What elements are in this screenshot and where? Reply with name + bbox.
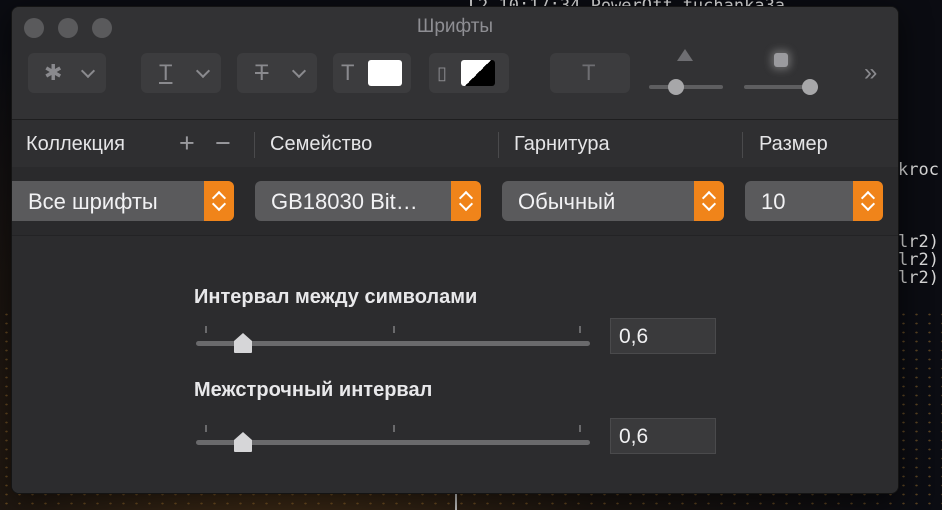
text-shadow-icon: T (582, 60, 596, 85)
text-color-swatch (368, 60, 402, 86)
typeface-column-header: Гарнитура (514, 133, 610, 155)
shadow-opacity-icon (677, 49, 693, 61)
terminal-divider (455, 492, 457, 510)
slider-tick (579, 326, 581, 333)
family-popup-value: GB18030 Bit… (271, 189, 418, 214)
document-color-swatch (461, 60, 495, 86)
collection-column-header: Коллекция (26, 133, 126, 155)
document-color-icon: ▯ (437, 63, 447, 83)
chevron-down-icon (291, 63, 307, 79)
typeface-popup[interactable]: Обычный (502, 181, 724, 221)
shadow-blur-icon (774, 53, 788, 67)
chevron-down-icon (195, 63, 211, 79)
slider-tick (393, 326, 395, 333)
line-spacing-field[interactable]: 0,6 (610, 418, 716, 454)
double-chevron-right-icon[interactable]: » (864, 59, 877, 87)
text-color-icon: T (341, 60, 355, 85)
gear-icon: ✱ (44, 60, 63, 85)
text-shadow-button[interactable]: T (550, 53, 630, 93)
terminal-text-line: lr2) (898, 250, 939, 270)
column-separator (254, 132, 255, 158)
text-color-button[interactable]: T (333, 53, 411, 93)
fonts-window: Шрифты ✱ T T T ▯ T » Коллекция + − Семей… (11, 6, 899, 494)
font-selection-row: Все шрифты GB18030 Bit… Обычный 10 (12, 167, 898, 235)
size-popup-value: 10 (761, 189, 786, 214)
slider-tick (205, 425, 207, 432)
window-title: Шрифты (416, 16, 494, 37)
title-bar: Шрифты ✱ T T T ▯ T » (12, 7, 898, 119)
size-popup[interactable]: 10 (745, 181, 883, 221)
column-separator (742, 132, 743, 158)
underline-menu-button[interactable]: T (141, 53, 221, 93)
size-popup-stepper[interactable] (853, 181, 883, 221)
column-separator (498, 132, 499, 158)
size-column-header: Размер (759, 133, 828, 155)
family-column-header: Семейство (270, 133, 373, 155)
collection-popup-stepper[interactable] (204, 181, 234, 221)
terminal-text-line: kroc (898, 160, 939, 180)
terminal-text-line: lr2) (898, 232, 939, 252)
family-popup[interactable]: GB18030 Bit… (255, 181, 481, 221)
chevron-down-icon (80, 63, 96, 79)
add-collection-icon[interactable]: + (179, 128, 195, 158)
strikethrough-text-icon: T (255, 60, 269, 85)
action-menu-button[interactable]: ✱ (28, 53, 106, 93)
slider-tick (579, 425, 581, 432)
spacing-pane: Интервал между символами 0,6 Межстрочный… (12, 235, 898, 493)
strikethrough-menu-button[interactable]: T (237, 53, 317, 93)
terminal-text-line: lr2) (898, 268, 939, 288)
underline-text-icon: T (159, 60, 173, 85)
line-spacing-slider[interactable] (196, 440, 590, 445)
slider-tick (205, 326, 207, 333)
column-header-row: Коллекция + − Семейство Гарнитура Размер (12, 119, 898, 169)
character-spacing-thumb[interactable] (232, 332, 254, 354)
remove-collection-icon[interactable]: − (215, 128, 231, 158)
character-spacing-slider[interactable] (196, 341, 590, 346)
document-color-button[interactable]: ▯ (429, 53, 509, 93)
collection-popup-value: Все шрифты (28, 189, 158, 214)
character-spacing-label: Интервал между символами (194, 286, 478, 308)
shadow-opacity-knob[interactable] (668, 79, 684, 95)
typeface-popup-value: Обычный (518, 189, 616, 214)
shadow-opacity-slider[interactable] (649, 85, 723, 89)
slider-tick (393, 425, 395, 432)
collection-popup[interactable]: Все шрифты (12, 181, 234, 221)
character-spacing-field[interactable]: 0,6 (610, 318, 716, 354)
line-spacing-thumb[interactable] (232, 431, 254, 453)
family-popup-stepper[interactable] (451, 181, 481, 221)
typeface-popup-stepper[interactable] (694, 181, 724, 221)
shadow-blur-knob[interactable] (802, 79, 818, 95)
line-spacing-label: Межстрочный интервал (194, 379, 433, 401)
